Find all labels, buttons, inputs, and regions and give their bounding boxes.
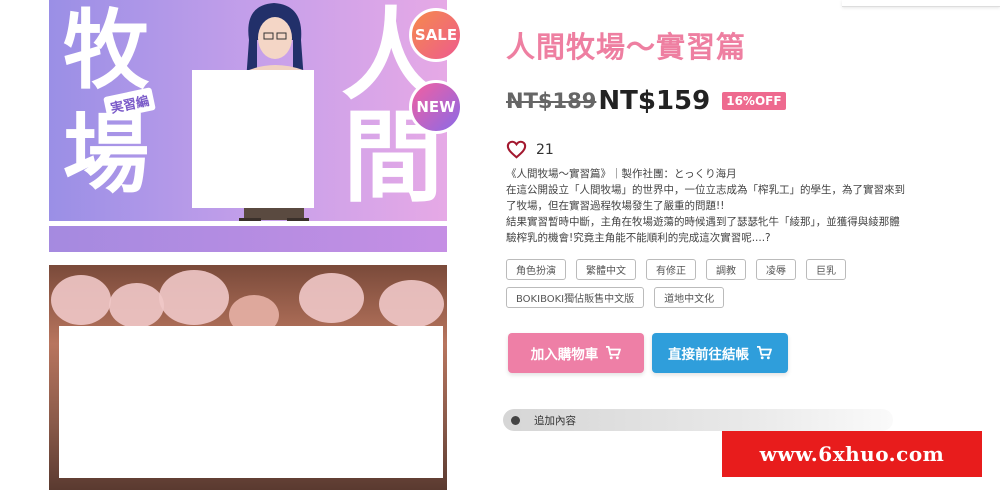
description-line: 在這公開設立「人間牧場」的世界中，一位立志成為「榨乳工」的學生，為了實習來到 xyxy=(506,184,905,196)
heart-icon[interactable] xyxy=(506,140,527,159)
description-line: 驗榨乳的機會!究竟主角能不能順利的完成這次實習呢....? xyxy=(506,232,771,244)
top-right-panel-edge xyxy=(842,0,1000,7)
cart-icon xyxy=(606,346,622,360)
screenshot-art-shape xyxy=(109,283,164,328)
product-description: 《人間牧場～實習篇》｜製作社團：とっくり海月 在這公開設立「人間牧場」的世界中，… xyxy=(506,166,926,246)
like-counter[interactable]: 21 xyxy=(506,140,554,159)
extra-content-label: 追加內容 xyxy=(534,414,576,427)
screenshot-art-shape xyxy=(379,280,444,328)
new-badge: NEW xyxy=(409,80,463,134)
tag-chip[interactable]: 凌辱 xyxy=(756,259,796,280)
description-line: 了牧場，但在實習過程牧場發生了嚴重的問題!! xyxy=(506,200,725,212)
sale-badge: SALE xyxy=(409,8,463,62)
cover-bottom-stripe xyxy=(49,221,447,252)
screenshot-art-shape xyxy=(299,273,364,323)
tag-chip[interactable]: BOKIBOKI獨佔販售中文版 xyxy=(506,287,645,308)
extra-content-toggle[interactable]: 追加內容 xyxy=(503,409,893,431)
tag-chip[interactable]: 調教 xyxy=(706,259,746,280)
product-title: 人間牧場～實習篇 xyxy=(506,30,747,64)
product-cover-image[interactable]: 牧 場 人 間 実習編 xyxy=(49,0,447,252)
cover-kanji-2: 場 xyxy=(63,105,149,205)
add-to-cart-label: 加入購物車 xyxy=(530,347,599,363)
like-count: 21 xyxy=(536,141,554,158)
tag-chip[interactable]: 角色扮演 xyxy=(506,259,566,280)
cover-censor-block xyxy=(192,70,314,208)
tag-chip[interactable]: 有修正 xyxy=(646,259,696,280)
product-tags: 角色扮演 繁體中文 有修正 調教 凌辱 巨乳 BOKIBOKI獨佔販售中文版 道… xyxy=(506,259,906,315)
screenshot-art-shape xyxy=(51,275,111,325)
description-line: 《人間牧場～實習篇》｜製作社團：とっくり海月 xyxy=(506,168,737,180)
tag-chip[interactable]: 繁體中文 xyxy=(576,259,636,280)
description-line: 結果實習暫時中斷，主角在牧場遊蕩的時候遇到了瑟瑟牝牛「綾那」，並獲得與綾那體 xyxy=(506,216,900,228)
cart-icon xyxy=(757,346,772,360)
site-watermark: www.6xhuo.com xyxy=(722,431,982,477)
product-screenshot-image[interactable] xyxy=(49,265,447,490)
discount-badge: 16%OFF xyxy=(722,92,786,110)
tag-chip[interactable]: 巨乳 xyxy=(806,259,846,280)
screenshot-art-shape xyxy=(159,270,229,325)
price-row: NT$189 NT$159 16%OFF xyxy=(506,86,786,116)
sale-price: NT$159 xyxy=(598,86,711,116)
bullet-icon xyxy=(511,415,520,425)
tag-chip[interactable]: 道地中文化 xyxy=(654,287,725,308)
checkout-label: 直接前往結帳 xyxy=(668,347,749,363)
add-to-cart-button[interactable]: 加入購物車 xyxy=(508,333,644,373)
cover-kanji-1: 牧 xyxy=(63,1,149,101)
original-price: NT$189 xyxy=(506,89,597,113)
checkout-button[interactable]: 直接前往結帳 xyxy=(652,333,788,373)
screenshot-censor-block xyxy=(59,326,443,478)
